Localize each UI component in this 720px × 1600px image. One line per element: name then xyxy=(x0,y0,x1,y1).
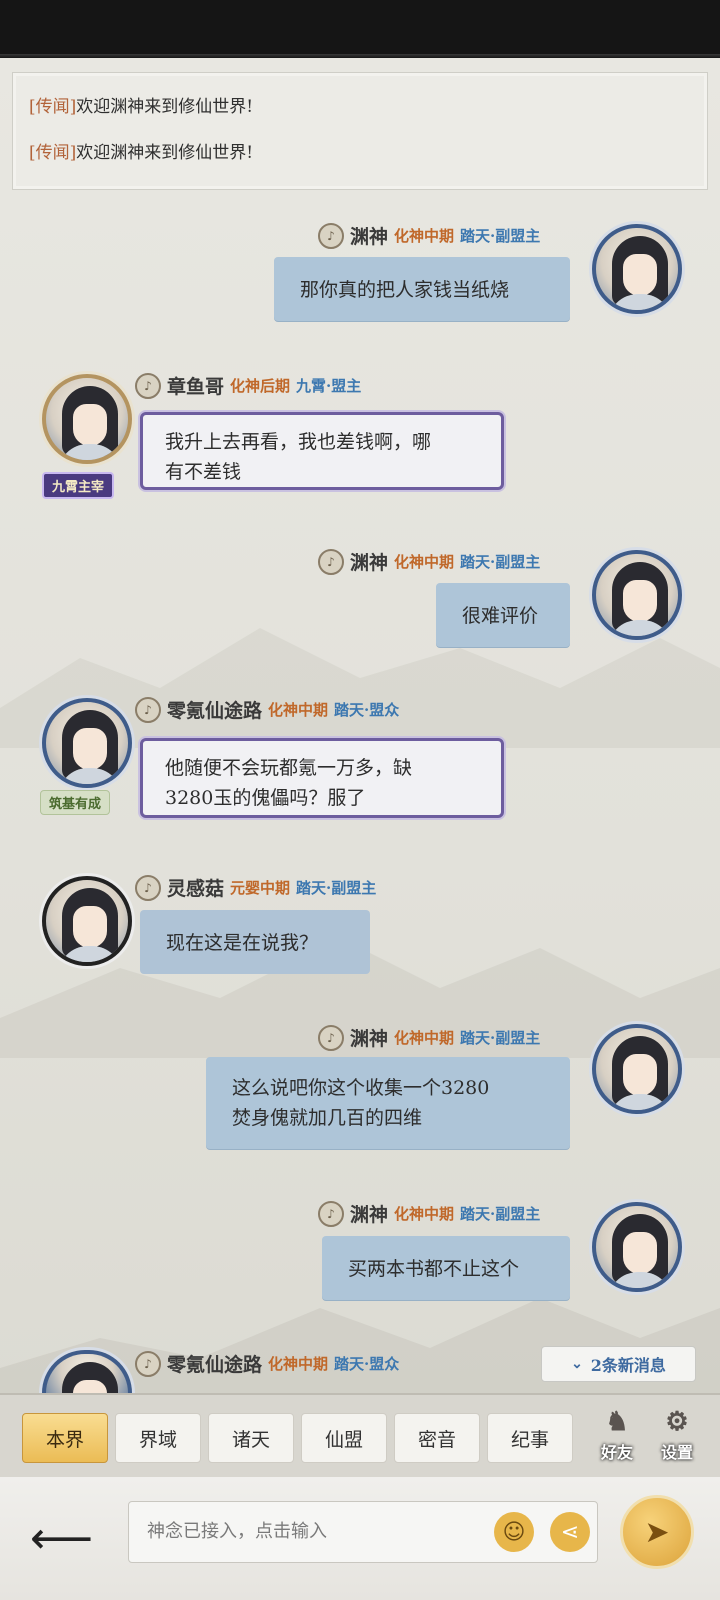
input-bar: ⟵ 神念已接入，点击输入 ☺ ⋖ ➤ xyxy=(0,1477,720,1600)
message-text-line: 3280玉的傀儡吗？服了 xyxy=(165,787,366,809)
sender-name[interactable]: 灵感菇 xyxy=(167,874,224,901)
message-bubble[interactable]: 现在这是在说我？ xyxy=(140,910,370,974)
send-button[interactable]: ➤ xyxy=(620,1495,694,1569)
voice-icon[interactable]: ♪ xyxy=(135,1350,161,1377)
message-header: ♪ 零氪仙途路 化神中期 踏天·盟众 xyxy=(135,696,399,723)
message-text-line: 这么说吧你这个收集一个3280 xyxy=(232,1077,490,1099)
avatar[interactable] xyxy=(592,550,682,640)
message-text: 很难评价 xyxy=(462,605,539,627)
friends-icon: ♞ xyxy=(605,1407,629,1437)
friends-label: 好友 xyxy=(600,1443,633,1462)
sender-title: 踏天·副盟主 xyxy=(460,553,541,571)
tab-realm[interactable]: 界域 xyxy=(115,1413,201,1463)
sender-name[interactable]: 章鱼哥 xyxy=(167,372,224,399)
message-text: 现在这是在说我？ xyxy=(166,932,319,954)
announcement-text: 欢迎渊神来到修仙世界! xyxy=(76,143,254,163)
voice-icon[interactable]: ♪ xyxy=(135,874,161,901)
announcement-line: [传闻]欢迎渊神来到修仙世界! xyxy=(29,95,691,141)
sender-rank: 化神中期 xyxy=(394,553,455,571)
emoji-icon[interactable]: ☺ xyxy=(494,1512,534,1552)
voice-icon[interactable]: ♪ xyxy=(135,696,161,723)
message-bubble[interactable]: 他随便不会玩都氪一万多，缺 3280玉的傀儡吗？服了 xyxy=(140,738,504,818)
new-messages-label: 2条新消息 xyxy=(590,1356,666,1375)
sender-name[interactable]: 零氪仙途路 xyxy=(167,1350,262,1377)
message-text: 买两本书都不止这个 xyxy=(348,1258,520,1280)
voice-icon[interactable]: ♪ xyxy=(318,1200,344,1227)
sender-title: 踏天·副盟主 xyxy=(296,879,377,897)
announcement-line: [传闻]欢迎渊神来到修仙世界! xyxy=(29,141,691,187)
tab-private[interactable]: 密音 xyxy=(394,1413,480,1463)
message-header: ♪ 渊神 化神中期 踏天·副盟主 xyxy=(318,1024,540,1051)
new-messages-button[interactable]: ⌄ 2条新消息 xyxy=(541,1346,696,1382)
announcement-tag: [传闻] xyxy=(29,97,77,117)
sender-title: 踏天·盟众 xyxy=(334,1355,400,1373)
sender-rank: 化神中期 xyxy=(268,701,329,719)
voice-icon[interactable]: ♪ xyxy=(318,222,344,249)
sender-title: 踏天·副盟主 xyxy=(460,227,541,245)
chevron-down-icon: ⌄ xyxy=(571,1356,583,1372)
sender-name[interactable]: 渊神 xyxy=(350,1200,388,1227)
share-icon[interactable]: ⋖ xyxy=(550,1512,590,1552)
sender-name[interactable]: 渊神 xyxy=(350,548,388,575)
gear-icon: ⚙ xyxy=(665,1407,689,1437)
voice-icon[interactable]: ♪ xyxy=(318,1024,344,1051)
message-header: ♪ 渊神 化神中期 踏天·副盟主 xyxy=(318,548,540,575)
avatar[interactable] xyxy=(42,374,132,464)
message-text-line: 有不差钱 xyxy=(165,461,242,483)
message-header: ♪ 章鱼哥 化神后期 九霄·盟主 xyxy=(135,372,361,399)
tab-heavens[interactable]: 诸天 xyxy=(208,1413,294,1463)
sender-title: 踏天·盟众 xyxy=(334,701,400,719)
sender-name[interactable]: 渊神 xyxy=(350,1024,388,1051)
sender-name[interactable]: 渊神 xyxy=(350,222,388,249)
avatar[interactable] xyxy=(42,876,132,966)
announcement-panel: [传闻]欢迎渊神来到修仙世界! [传闻]欢迎渊神来到修仙世界! xyxy=(12,72,708,190)
tab-local[interactable]: 本界 xyxy=(22,1413,108,1463)
sender-rank: 化神中期 xyxy=(394,1029,455,1047)
message-bubble[interactable]: 买两本书都不止这个 xyxy=(322,1236,570,1300)
message-text-line: 焚身傀就加几百的四维 xyxy=(232,1107,423,1129)
sender-rank: 化神中期 xyxy=(394,227,455,245)
status-bar xyxy=(0,0,720,58)
sender-title: 踏天·副盟主 xyxy=(460,1205,541,1223)
channel-tabbar: 本界 界域 诸天 仙盟 密音 纪事 ♞ 好友 ⚙ 设置 xyxy=(0,1393,720,1477)
avatar-badge: 九霄主宰 xyxy=(42,472,115,499)
voice-icon[interactable]: ♪ xyxy=(318,548,344,575)
avatar[interactable] xyxy=(592,224,682,314)
message-header: ♪ 渊神 化神中期 踏天·副盟主 xyxy=(318,222,540,249)
message-bubble[interactable]: 这么说吧你这个收集一个3280 焚身傀就加几百的四维 xyxy=(206,1057,570,1149)
message-text: 那你真的把人家钱当纸烧 xyxy=(300,279,510,301)
announcement-text: 欢迎渊神来到修仙世界! xyxy=(76,97,254,117)
sender-name[interactable]: 零氪仙途路 xyxy=(167,696,262,723)
back-arrow-icon[interactable]: ⟵ xyxy=(30,1513,93,1564)
sender-rank: 元婴中期 xyxy=(230,879,291,897)
message-bubble[interactable]: 我升上去再看，我也差钱啊，哪 有不差钱 xyxy=(140,412,504,490)
sender-title: 踏天·副盟主 xyxy=(460,1029,541,1047)
message-text-line: 我升上去再看，我也差钱啊，哪 xyxy=(165,431,432,453)
voice-icon[interactable]: ♪ xyxy=(135,372,161,399)
tab-chronicle[interactable]: 纪事 xyxy=(487,1413,573,1463)
sender-rank: 化神中期 xyxy=(394,1205,455,1223)
message-bubble[interactable]: 那你真的把人家钱当纸烧 xyxy=(274,257,570,321)
message-bubble[interactable]: 很难评价 xyxy=(436,583,570,647)
friends-button[interactable]: ♞ 好友 xyxy=(592,1407,642,1467)
avatar[interactable] xyxy=(592,1202,682,1292)
sender-title: 九霄·盟主 xyxy=(296,377,362,395)
message-header: ♪ 灵感菇 元婴中期 踏天·副盟主 xyxy=(135,874,376,901)
avatar[interactable] xyxy=(42,698,132,788)
avatar-badge: 筑基有成 xyxy=(40,790,111,815)
message-header: ♪ 零氪仙途路 化神中期 踏天·盟众 xyxy=(135,1350,399,1377)
message-text-line: 他随便不会玩都氪一万多，缺 xyxy=(165,757,413,779)
sender-rank: 化神后期 xyxy=(230,377,291,395)
announcement-tag: [传闻] xyxy=(29,143,77,163)
avatar[interactable] xyxy=(592,1024,682,1114)
settings-label: 设置 xyxy=(660,1443,693,1462)
tab-alliance[interactable]: 仙盟 xyxy=(301,1413,387,1463)
message-header: ♪ 渊神 化神中期 踏天·副盟主 xyxy=(318,1200,540,1227)
settings-button[interactable]: ⚙ 设置 xyxy=(652,1407,702,1467)
send-icon: ➤ xyxy=(644,1514,670,1550)
sender-rank: 化神中期 xyxy=(268,1355,329,1373)
